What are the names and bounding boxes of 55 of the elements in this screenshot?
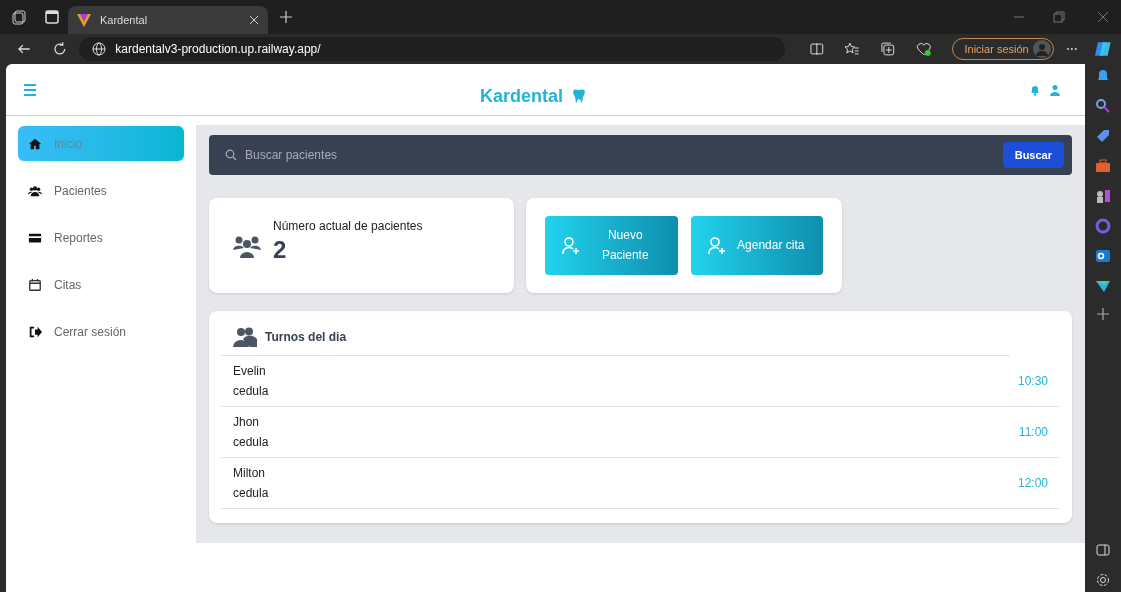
patient-name: Jhon	[233, 414, 260, 431]
tab-actions-icon[interactable]	[12, 9, 28, 25]
sidebar-item[interactable]: Citas	[18, 267, 184, 302]
ring-icon[interactable]	[1095, 218, 1111, 234]
tooth-icon	[571, 87, 587, 104]
sidebar-item[interactable]: Cerrar sesión	[18, 314, 184, 349]
settings-icon[interactable]	[1095, 572, 1111, 588]
address-bar[interactable]: kardentalv3-production.up.railway.app/	[79, 37, 785, 61]
search-icon	[225, 149, 237, 161]
refresh-icon[interactable]	[51, 41, 68, 57]
browser-tab[interactable]: Kardental	[68, 6, 268, 34]
patient-name: Evelin	[233, 363, 266, 380]
appointment-time: 12:00	[1017, 475, 1048, 491]
add-user-icon	[706, 235, 727, 256]
home-icon	[28, 136, 42, 151]
app-title: Kardental	[480, 84, 563, 108]
collections-icon[interactable]	[880, 41, 896, 57]
logout-icon	[28, 324, 42, 339]
appointment-time: 10:30	[1017, 373, 1048, 389]
split-screen-icon[interactable]	[808, 41, 825, 57]
health-icon[interactable]	[915, 41, 932, 57]
calendar-icon	[28, 277, 42, 292]
globe-icon	[91, 41, 108, 57]
sidebar-toggle-icon[interactable]	[44, 9, 60, 25]
patient-id: cedula	[233, 434, 269, 451]
toolbox-icon[interactable]	[1095, 158, 1111, 174]
search-field[interactable]: Buscar pacientes Buscar	[209, 135, 1072, 175]
users-icon	[28, 183, 42, 198]
restore-icon[interactable]	[1053, 11, 1065, 23]
action-button[interactable]: Agendar cita	[690, 216, 823, 275]
sidebar-item[interactable]: Pacientes	[18, 173, 184, 208]
add-user-icon	[561, 235, 581, 256]
patient-name: Milton	[233, 465, 265, 482]
patient-id: cedula	[233, 485, 269, 502]
sidebar-panel-icon[interactable]	[1095, 542, 1111, 558]
logo-icon	[76, 12, 92, 28]
stat-value: 2	[273, 237, 288, 262]
patient-id: cedula	[233, 383, 269, 400]
stat-label: Número actual de pacientes	[273, 217, 423, 234]
add-icon[interactable]	[1097, 308, 1109, 320]
search-button[interactable]: Buscar	[1002, 142, 1064, 168]
close-tab-icon[interactable]	[248, 14, 260, 26]
close-icon[interactable]	[1097, 11, 1109, 23]
copilot-icon[interactable]	[1093, 39, 1114, 59]
new-tab-icon[interactable]	[280, 11, 292, 23]
appointment-time: 11:00	[1018, 424, 1048, 440]
avatar-icon	[1032, 40, 1051, 58]
users-icon	[233, 327, 257, 347]
sidebar-item[interactable]: Reportes	[18, 220, 184, 255]
tab-title: Kardental	[100, 12, 149, 28]
search-icon[interactable]	[1095, 98, 1111, 114]
url-text: kardentalv3-production.up.railway.app/	[115, 41, 321, 57]
tag-icon[interactable]	[1095, 128, 1111, 144]
section-title: Turnos del dia	[265, 329, 347, 345]
favorites-icon[interactable]	[844, 41, 861, 57]
